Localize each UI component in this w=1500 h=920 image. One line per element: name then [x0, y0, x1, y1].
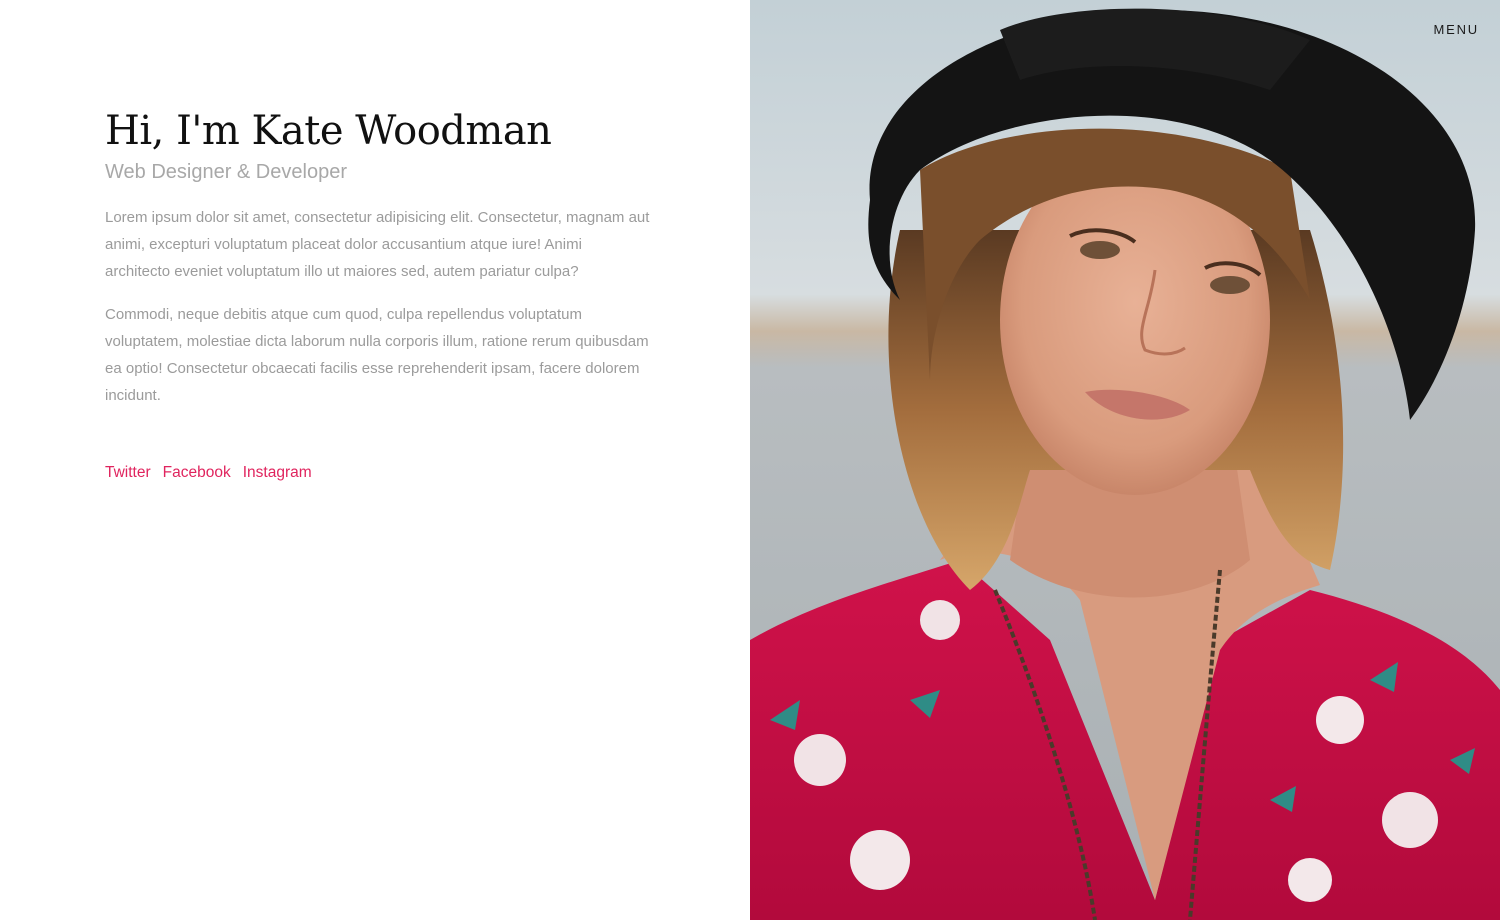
- menu-button[interactable]: MENU: [1434, 22, 1479, 37]
- page: Hi, I'm Kate Woodman Web Designer & Deve…: [0, 0, 1500, 920]
- facebook-link[interactable]: Facebook: [163, 462, 231, 484]
- photo-panel: MENU: [750, 0, 1500, 920]
- portrait-photo: [750, 0, 1500, 920]
- intro-paragraph-2: Commodi, neque debitis atque cum quod, c…: [105, 306, 649, 404]
- page-title: Hi, I'm Kate Woodman: [105, 108, 552, 154]
- page-subtitle: Web Designer & Developer: [105, 161, 347, 183]
- intro-paragraph-1: Lorem ipsum dolor sit amet, consectetur …: [105, 209, 650, 280]
- intro-panel: Hi, I'm Kate Woodman Web Designer & Deve…: [0, 0, 750, 920]
- instagram-link[interactable]: Instagram: [243, 462, 312, 484]
- intro-content: Hi, I'm Kate Woodman Web Designer & Deve…: [105, 106, 650, 484]
- twitter-link[interactable]: Twitter: [105, 462, 151, 484]
- social-links: Twitter Facebook Instagram: [105, 462, 650, 484]
